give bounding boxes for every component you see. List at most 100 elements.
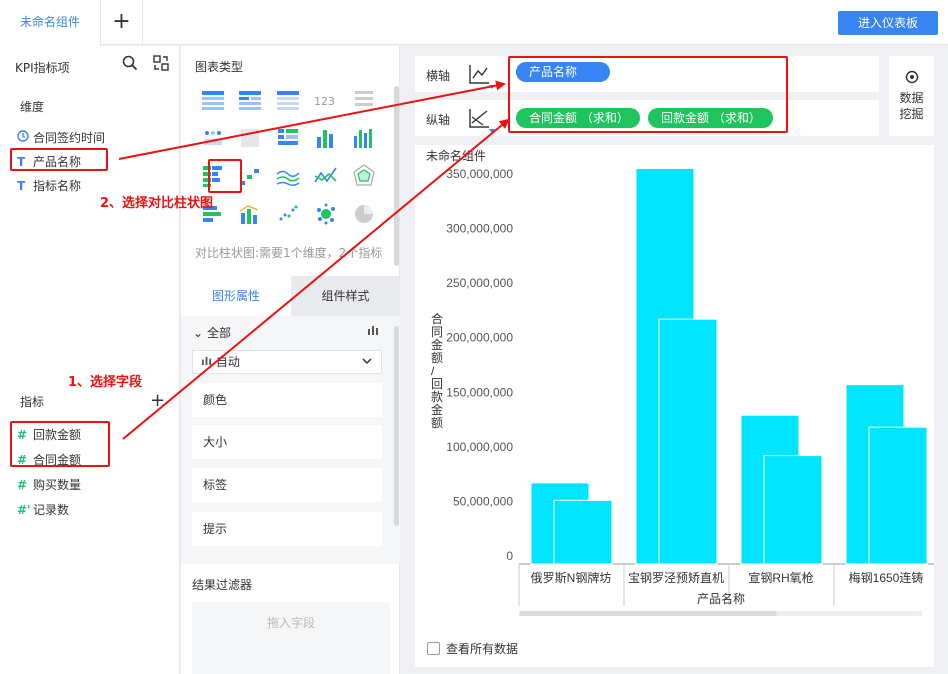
select-value: 自动	[215, 355, 240, 369]
grouped-table-icon[interactable]	[274, 124, 302, 152]
all-series-toggle[interactable]: ⌄ 全部	[193, 324, 231, 341]
field-contract-date[interactable]: 合同签约时间	[17, 129, 105, 146]
annotation-step1: 1、选择字段	[68, 375, 143, 390]
field-indicator-name[interactable]: T 指标名称	[17, 177, 81, 194]
y-tick-label: 300,000,000	[446, 222, 513, 236]
highlight-axis-fields	[508, 56, 788, 133]
detail-table-icon[interactable]	[274, 86, 302, 114]
see-all-data-checkbox[interactable]: 查看所有数据	[427, 640, 518, 657]
field-label: 记录数	[33, 503, 70, 517]
combo-chart-icon[interactable]	[236, 200, 264, 228]
chart-area: 横轴 产品名称 纵轴 合同金额 （求和） 回款金额 （求和） 数据 挖掘 未命名…	[401, 46, 948, 674]
tab-component-style[interactable]: 组件样式	[291, 276, 400, 316]
chart-scroll-thumb[interactable]	[519, 611, 777, 616]
data-mining-button[interactable]: 数据 挖掘	[889, 56, 934, 136]
tab-graphic-properties[interactable]: 图形属性	[181, 276, 291, 316]
x-tick-label: 俄罗斯N钢牌坊	[531, 570, 612, 585]
annotation-step2: 2、选择对比柱状图	[100, 196, 214, 211]
table-chart-icon[interactable]	[199, 86, 227, 114]
y-tick-label: 200,000,000	[446, 331, 513, 345]
heatmap-icon[interactable]	[236, 124, 264, 152]
x-tick-label: 梅钢1650连铸	[849, 570, 924, 585]
bar-type-icon	[367, 324, 379, 339]
x-axis-settings-icon[interactable]	[467, 61, 495, 89]
y-tick-label: 100,000,000	[446, 440, 513, 454]
clock-icon	[17, 130, 33, 145]
search-icon[interactable]	[122, 55, 143, 75]
field-purchase-qty[interactable]: # 购买数量	[17, 476, 81, 493]
add-tab-button[interactable]: +	[101, 0, 143, 45]
bubble-chart-icon[interactable]	[312, 200, 340, 228]
y-tick-label: 250,000,000	[446, 276, 513, 290]
bar-payment	[658, 318, 718, 565]
chart-config-panel: 图表类型 123 2、选择对比柱状图 对比柱状图:需要1个维度，2个指标 图形属…	[100, 46, 400, 674]
line-chart-icon[interactable]	[312, 162, 340, 190]
chart-type-scrollbar[interactable]	[394, 86, 399, 266]
result-filter-dropzone[interactable]: 拖入字段	[192, 602, 390, 674]
y-tick-label: 150,000,000	[446, 385, 513, 399]
chart-card: 未命名组件 0 50,000,000 100,000,000 150,000,000 2…	[415, 145, 934, 667]
field-label: 购买数量	[33, 478, 82, 492]
bar-chart-icon[interactable]	[312, 124, 340, 152]
top-bar: 未命名组件 + 进入仪表板	[0, 0, 948, 46]
result-filter-title: 结果过滤器	[192, 578, 253, 592]
highlight-measure-fields	[10, 421, 110, 467]
cross-table-icon[interactable]	[236, 86, 264, 114]
selected-chart-type-highlight	[208, 159, 242, 193]
chevron-down-icon	[361, 351, 373, 380]
y-axis-title: 合同金额/回款金额	[431, 311, 443, 430]
data-mining-label: 挖掘	[899, 107, 924, 121]
all-label: 全部	[207, 326, 232, 340]
enter-dashboard-button[interactable]: 进入仪表板	[838, 11, 938, 35]
x-axis-title: 产品名称	[697, 591, 745, 606]
x-tick-label: 宝钢罗泾预矫直机	[628, 570, 724, 585]
field-label: 指标名称	[33, 179, 82, 193]
field-panel: KPI指标项 维度 合同签约时间 T 产品名称 T 指标名称 1、选择字段 指标 +…	[0, 46, 180, 674]
scatter-chart-icon[interactable]	[274, 200, 302, 228]
dataset-title: KPI指标项	[15, 61, 70, 75]
switch-icon[interactable]	[153, 55, 169, 75]
field-record-count[interactable]: #' 记录数	[17, 501, 69, 518]
property-tabs: 图形属性 组件样式	[181, 276, 400, 316]
x-tick-label: 宣钢RH氧枪	[748, 570, 813, 585]
grouped-bar-icon[interactable]	[350, 124, 378, 152]
list-chart-icon[interactable]	[350, 86, 378, 114]
number-type-icon: #'	[17, 503, 31, 517]
tab-unnamed-widget[interactable]: 未命名组件	[0, 0, 101, 46]
data-mining-icon	[889, 70, 934, 90]
x-axis-label: 横轴	[426, 69, 451, 83]
chart-type-hint: 对比柱状图:需要1个维度，2个指标	[195, 246, 383, 260]
data-mining-label: 数据	[899, 91, 924, 105]
field-label: 合同签约时间	[33, 131, 106, 145]
label-property[interactable]: 标签	[192, 468, 382, 502]
bar-chart: 0 50,000,000 100,000,000 150,000,000 200,000…	[431, 167, 934, 606]
radar-chart-icon[interactable]	[350, 162, 378, 190]
checkbox-icon	[427, 642, 440, 655]
measure-section-label: 指标	[20, 395, 45, 409]
bar-payment	[553, 499, 613, 565]
chart-type-title: 图表类型	[195, 60, 244, 74]
y-tick-label: 0	[506, 549, 513, 563]
svg-text:123: 123	[314, 95, 335, 108]
pie-chart-icon[interactable]	[350, 200, 378, 228]
size-property[interactable]: 大小	[192, 425, 382, 459]
y-tick-label: 350,000,000	[446, 167, 513, 181]
chevron-down-icon: ⌄	[193, 326, 204, 340]
tooltip-property[interactable]: 提示	[192, 512, 382, 546]
dot-matrix-icon[interactable]	[199, 124, 227, 152]
chart-shape-select[interactable]: 自动	[192, 350, 382, 374]
area-chart-icon[interactable]	[274, 162, 302, 190]
property-scrollbar[interactable]	[394, 326, 399, 526]
dimension-section-label: 维度	[20, 100, 45, 114]
bar-type-icon	[201, 355, 212, 369]
add-measure-button[interactable]: +	[150, 390, 165, 411]
bar-payment	[868, 426, 928, 565]
y-axis-settings-icon[interactable]	[467, 105, 495, 133]
y-axis-label: 纵轴	[426, 113, 451, 127]
highlight-product-field	[10, 148, 108, 171]
number-chart-icon[interactable]: 123	[312, 86, 340, 114]
text-type-icon: T	[17, 179, 26, 193]
see-all-label: 查看所有数据	[446, 642, 519, 656]
number-type-icon: #	[17, 478, 28, 492]
color-property[interactable]: 颜色	[192, 383, 382, 417]
